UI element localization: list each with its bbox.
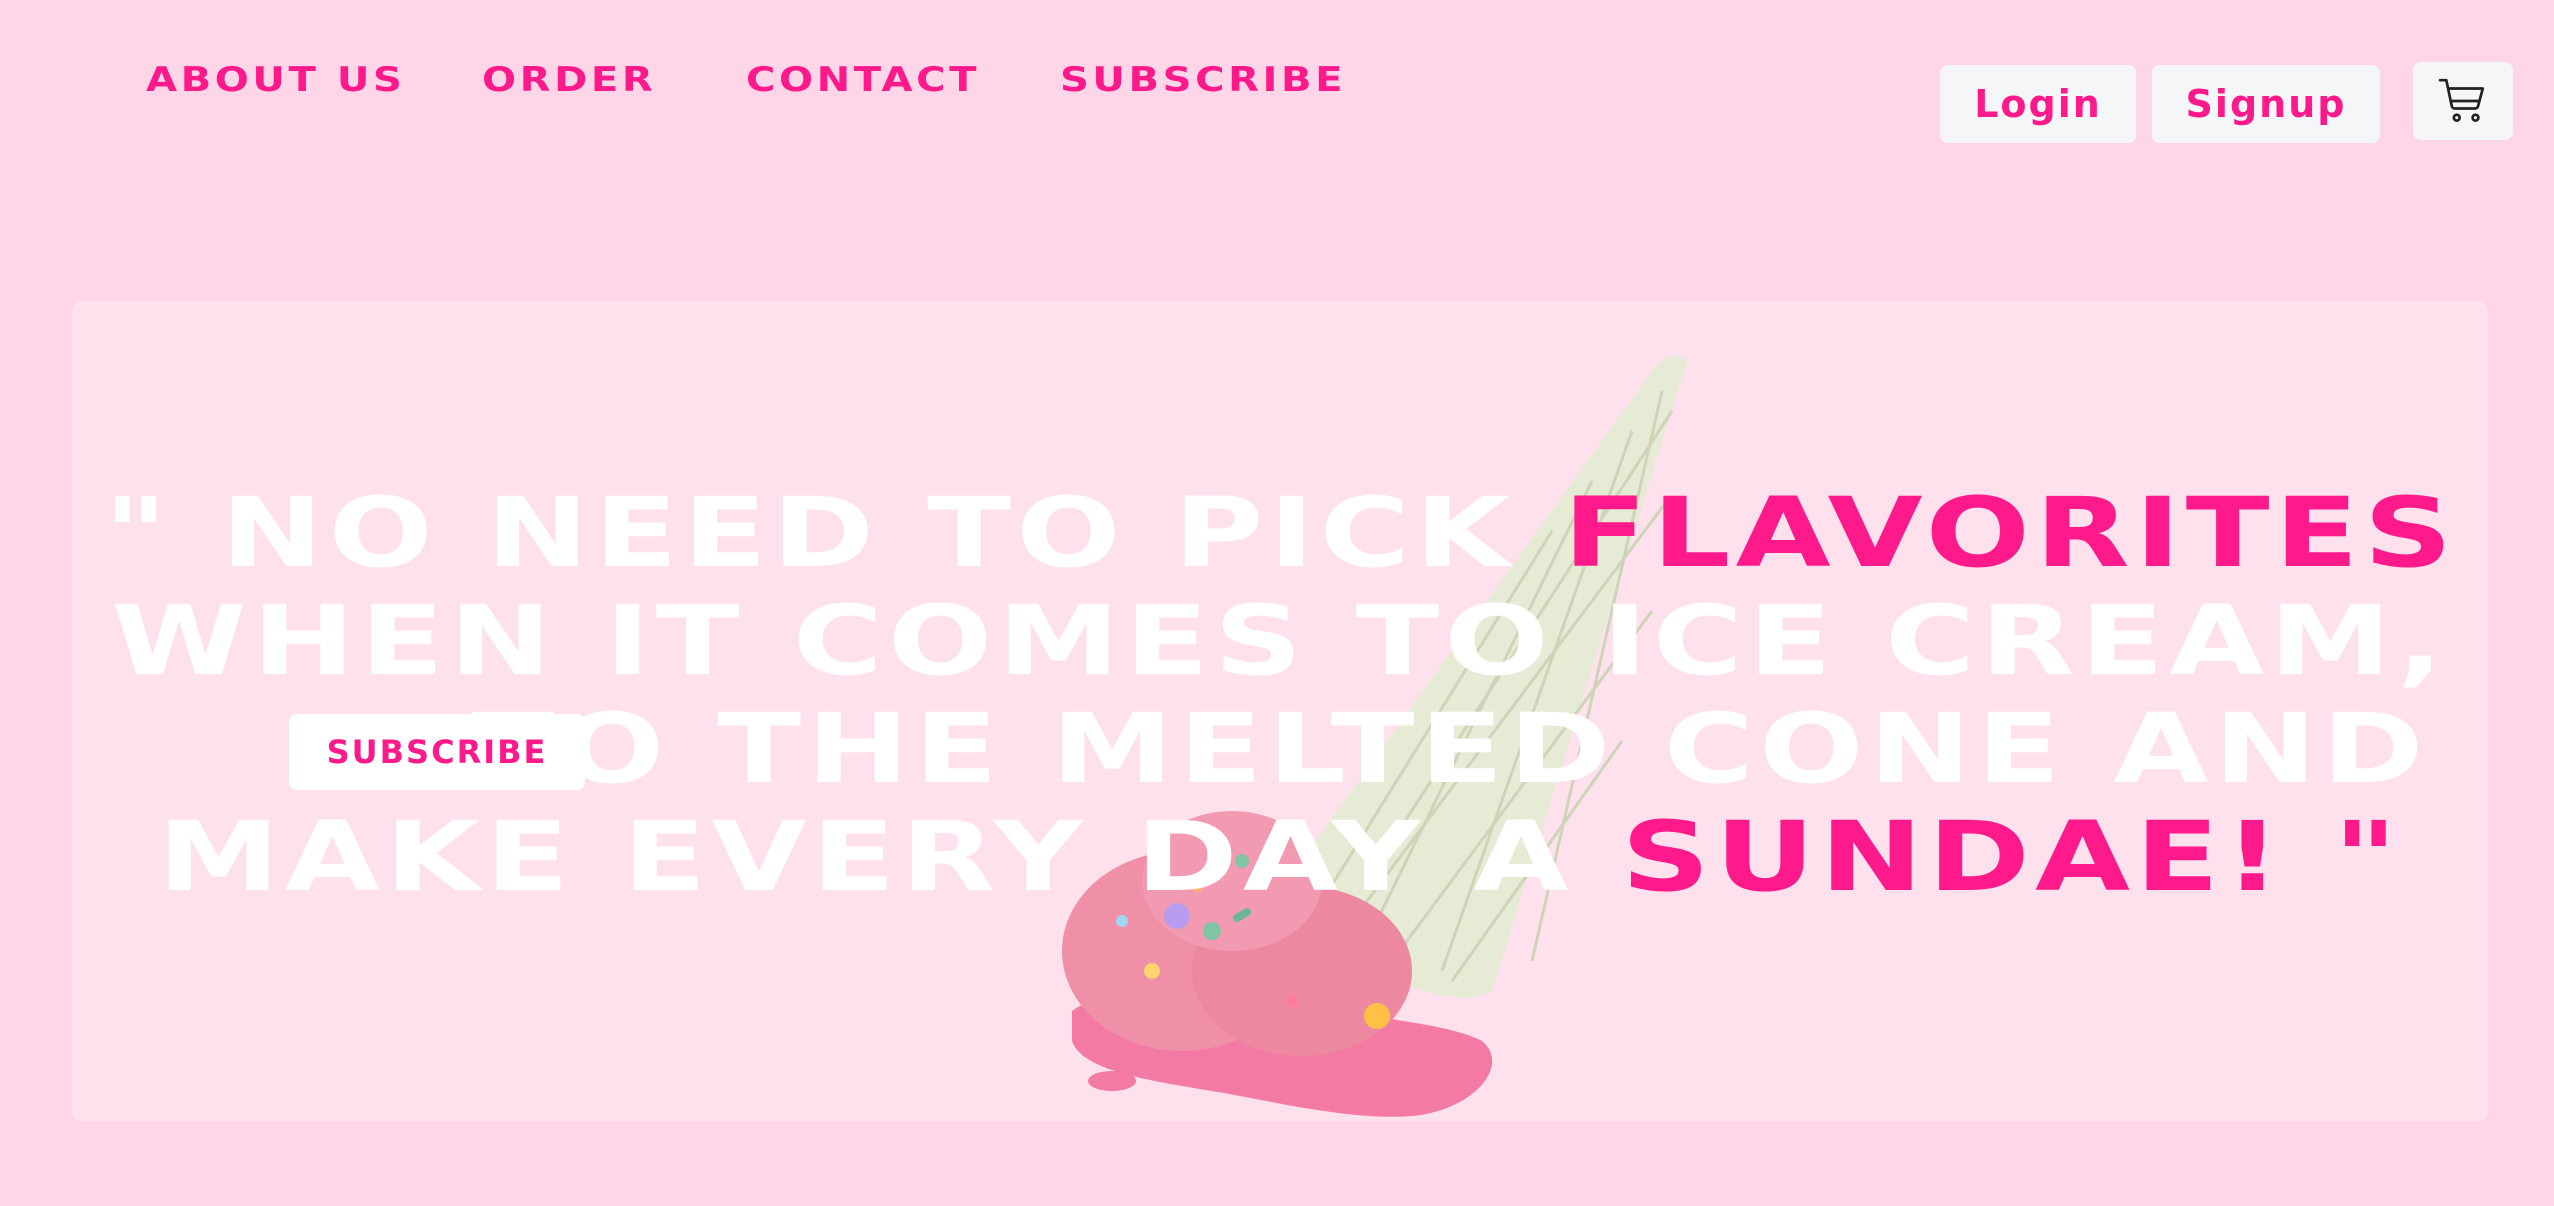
nav-order[interactable]: ORDER (482, 60, 656, 100)
quote-highlight-flavorites: FLAVORITES (1562, 477, 2457, 589)
quote-line-2: WHEN IT COMES TO ICE CREAM, (72, 587, 2488, 695)
quote-line-3-text: TO THE MELTED CONE AND (471, 693, 2429, 805)
page: ABOUT US ORDER CONTACT SUBSCRIBE Login S… (0, 0, 2554, 1206)
hero-quote: " NO NEED TO PICK FLAVORITES WHEN IT COM… (72, 479, 2488, 911)
quote-line-2-text: WHEN IT COMES TO ICE CREAM, (111, 585, 2449, 697)
quote-line-1-text: " NO NEED TO PICK (103, 477, 1563, 589)
quote-line-4-text: MAKE EVERY DAY A (157, 801, 1622, 913)
auth-buttons: Login Signup (1940, 65, 2380, 143)
quote-highlight-sundae: SUNDAE! " (1621, 801, 2403, 913)
cart-button[interactable] (2413, 62, 2513, 140)
hero-subscribe-button[interactable]: SUBSCRIBE (289, 714, 585, 790)
quote-line-4: MAKE EVERY DAY A SUNDAE! " (72, 803, 2488, 911)
quote-line-1: " NO NEED TO PICK FLAVORITES (72, 479, 2488, 587)
login-button[interactable]: Login (1940, 65, 2136, 143)
cart-icon (2438, 78, 2485, 122)
nav-about-us[interactable]: ABOUT US (146, 60, 405, 100)
hero-panel: " NO NEED TO PICK FLAVORITES WHEN IT COM… (72, 301, 2488, 1121)
signup-button[interactable]: Signup (2152, 65, 2380, 143)
nav-subscribe[interactable]: SUBSCRIBE (1060, 60, 1346, 100)
nav-contact[interactable]: CONTACT (746, 60, 980, 100)
main-nav: ABOUT US ORDER CONTACT SUBSCRIBE (146, 60, 1342, 100)
